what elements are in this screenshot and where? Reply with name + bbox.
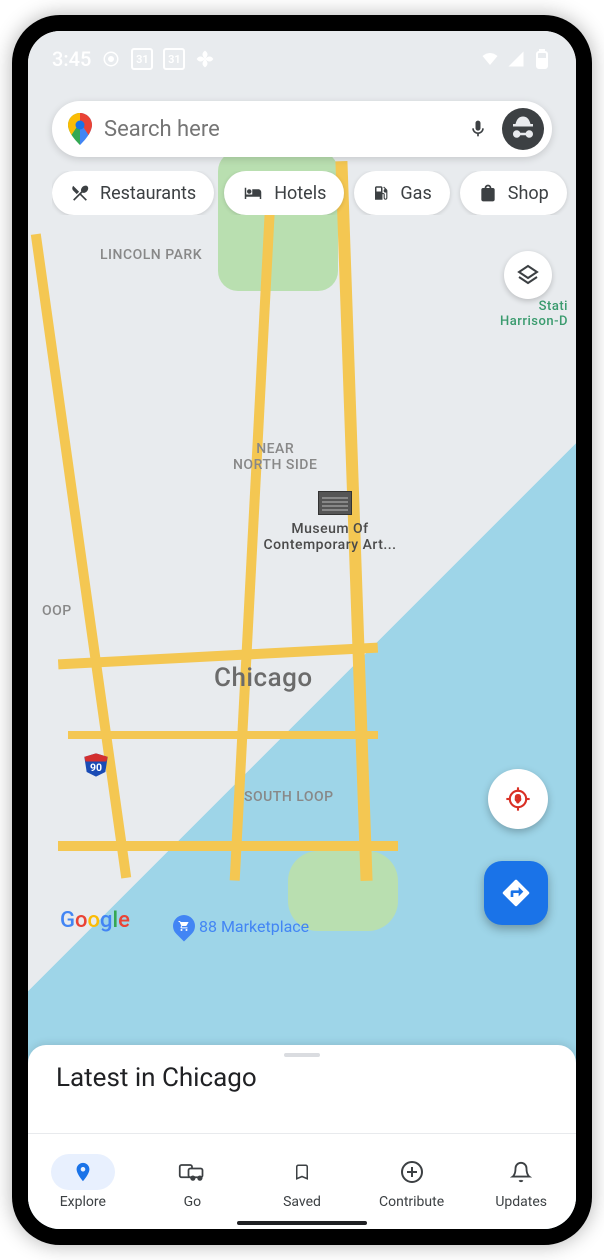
museum-icon (318, 491, 352, 515)
interstate-shield-icon: 90 (82, 751, 110, 779)
calendar-icon: 31 (131, 48, 153, 70)
transit-label: Stati Harrison-D (500, 299, 568, 329)
incognito-icon (508, 114, 538, 144)
gas-icon (372, 183, 390, 203)
pinwheel-icon (195, 49, 215, 69)
shopping-icon (478, 183, 498, 203)
nav-contribute[interactable]: Contribute (357, 1154, 467, 1210)
target-icon (101, 49, 121, 69)
bottom-sheet[interactable]: Latest in Chicago (28, 1045, 576, 1133)
chip-gas[interactable]: Gas (354, 171, 449, 215)
crosshair-icon: ? (504, 785, 532, 813)
voice-search-button[interactable] (458, 109, 498, 149)
locate-me-button[interactable]: ? (488, 769, 548, 829)
layers-button[interactable] (504, 251, 552, 299)
search-input[interactable] (104, 117, 458, 142)
pin-icon (72, 1159, 94, 1185)
chip-label: Hotels (274, 183, 326, 204)
screen: LINCOLN PARK NEAR NORTH SIDE OOP SOUTH L… (28, 31, 576, 1229)
nav-label: Explore (60, 1194, 106, 1210)
road (58, 841, 398, 851)
shop-poi-pin[interactable]: 88 Marketplace (173, 915, 309, 937)
search-bar[interactable] (52, 101, 552, 157)
calendar-icon: 31 (163, 48, 185, 70)
commute-icon (178, 1161, 206, 1183)
plus-circle-icon (400, 1160, 424, 1184)
phone-frame: LINCOLN PARK NEAR NORTH SIDE OOP SOUTH L… (12, 15, 592, 1245)
shopping-pin-icon (168, 910, 199, 941)
incognito-profile-button[interactable] (502, 108, 544, 150)
road (31, 233, 131, 878)
google-logo: Google (60, 908, 130, 933)
nav-updates[interactable]: Updates (466, 1154, 576, 1210)
chip-hotels[interactable]: Hotels (224, 171, 344, 215)
chip-label: Restaurants (100, 183, 196, 204)
microphone-icon (468, 116, 488, 142)
directions-button[interactable] (484, 861, 548, 925)
nav-home-indicator (237, 1221, 367, 1225)
neighborhood-label: SOUTH LOOP (244, 789, 334, 805)
neighborhood-label: OOP (42, 603, 72, 619)
status-bar: 3:45 31 31 (28, 31, 576, 87)
poi-label: 88 Marketplace (199, 917, 309, 936)
bottom-navigation: Explore Go Saved Contribute Updates (28, 1133, 576, 1229)
svg-text:?: ? (516, 793, 521, 806)
status-time: 3:45 (52, 47, 91, 71)
nav-go[interactable]: Go (138, 1154, 248, 1210)
nav-saved[interactable]: Saved (247, 1154, 357, 1210)
bell-icon (510, 1160, 532, 1184)
svg-text:90: 90 (90, 761, 102, 774)
signal-icon (506, 49, 526, 69)
poi-label[interactable]: Museum Of Contemporary Art... (240, 521, 420, 553)
nav-label: Contribute (379, 1194, 444, 1210)
nav-label: Saved (283, 1194, 321, 1210)
neighborhood-label: LINCOLN PARK (100, 247, 202, 263)
hotel-icon (242, 184, 264, 202)
nav-label: Go (184, 1194, 202, 1210)
bookmark-icon (293, 1160, 311, 1184)
chip-restaurants[interactable]: Restaurants (52, 171, 214, 215)
chip-shopping[interactable]: Shop (460, 171, 567, 215)
neighborhood-label: NEAR NORTH SIDE (233, 441, 317, 473)
sheet-drag-handle[interactable] (284, 1053, 320, 1057)
sheet-title: Latest in Chicago (56, 1063, 548, 1093)
category-chips-row[interactable]: Restaurants Hotels Gas Shop (52, 171, 576, 215)
road (68, 731, 378, 739)
restaurant-icon (70, 183, 90, 203)
maps-logo-icon (68, 113, 92, 145)
nav-label: Updates (495, 1194, 547, 1210)
chip-label: Gas (400, 183, 431, 204)
directions-icon (500, 877, 532, 909)
chip-label: Shop (508, 183, 549, 204)
battery-icon (532, 49, 552, 69)
nav-explore[interactable]: Explore (28, 1154, 138, 1210)
city-label: Chicago (214, 663, 313, 693)
wifi-icon (480, 49, 500, 69)
layers-icon (516, 263, 540, 287)
